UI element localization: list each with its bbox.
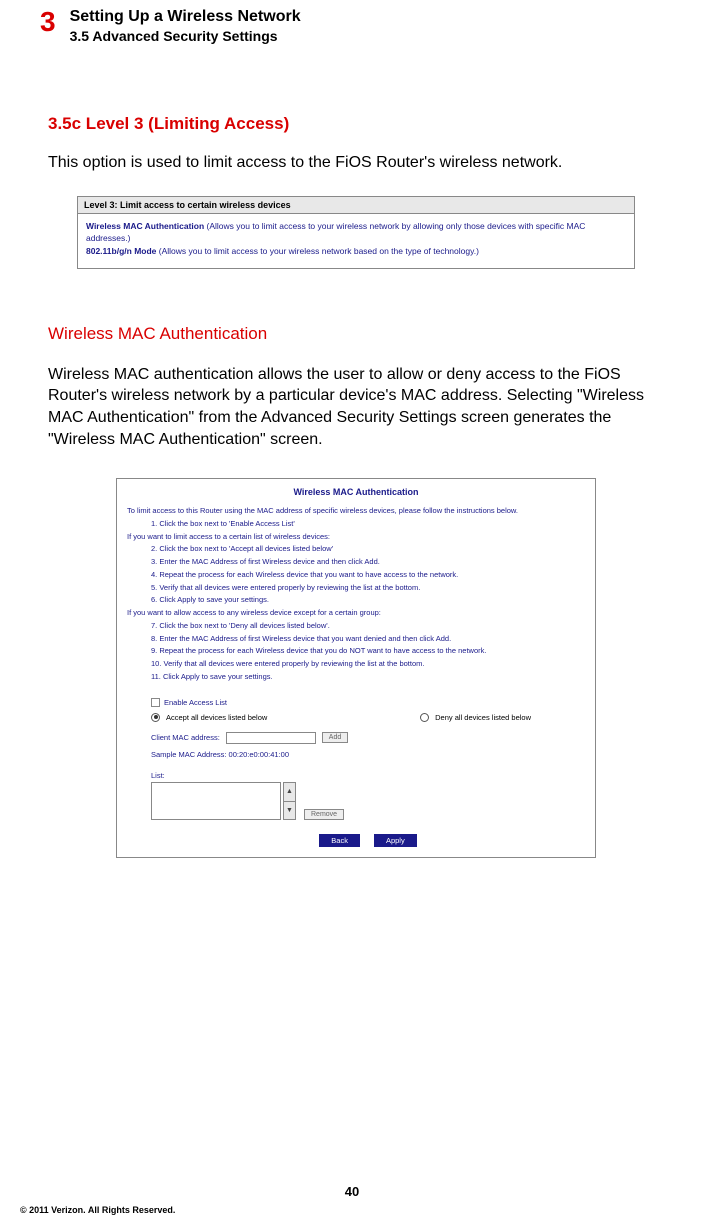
chapter-number: 3: [40, 8, 56, 36]
page-content: 3.5c Level 3 (Limiting Access) This opti…: [0, 44, 704, 858]
client-mac-row: Client MAC address: Add: [151, 732, 585, 744]
figure2-if1: If you want to limit access to a certain…: [127, 531, 585, 544]
accept-radio-row: Accept all devices listed below: [151, 713, 267, 722]
sample-mac: Sample MAC Address: 00:20:e0:00:41:00: [151, 750, 585, 759]
figure2-button-row: Back Apply: [151, 834, 585, 847]
page-header: 3 Setting Up a Wireless Network 3.5 Adva…: [0, 0, 704, 44]
section-title: 3.5 Advanced Security Settings: [70, 28, 301, 44]
add-button[interactable]: Add: [322, 732, 348, 743]
mac-auth-heading: Wireless MAC Authentication: [48, 324, 664, 344]
figure-level3-box: Level 3: Limit access to certain wireles…: [77, 196, 635, 269]
deny-radio-label: Deny all devices listed below: [435, 713, 531, 722]
figure2-step2: 2. Click the box next to 'Accept all dev…: [151, 543, 585, 556]
list-row: ▲ ▼ Remove: [151, 782, 585, 820]
enable-access-checkbox[interactable]: [151, 698, 160, 707]
intro-paragraph: This option is used to limit access to t…: [48, 152, 664, 174]
back-button[interactable]: Back: [319, 834, 360, 847]
figure2-step1: 1. Click the box next to 'Enable Access …: [151, 518, 585, 531]
figure1-row2-rest: (Allows you to limit access to your wire…: [156, 246, 479, 256]
mac-auth-paragraph: Wireless MAC authentication allows the u…: [48, 364, 664, 450]
figure1-body: Wireless MAC Authentication (Allows you …: [78, 214, 634, 268]
client-mac-input[interactable]: [226, 732, 316, 744]
subsection-heading: 3.5c Level 3 (Limiting Access): [48, 114, 664, 134]
figure2-if2: If you want to allow access to any wirel…: [127, 607, 585, 620]
list-arrow-column: ▲ ▼: [283, 782, 296, 820]
radio-group: Accept all devices listed below Deny all…: [151, 713, 531, 722]
deny-radio-row: Deny all devices listed below: [420, 713, 531, 722]
accept-radio-label: Accept all devices listed below: [166, 713, 267, 722]
arrow-up-icon[interactable]: ▲: [284, 783, 295, 801]
page-number: 40: [0, 1184, 704, 1199]
list-label: List:: [151, 771, 585, 780]
figure2-step11: 11. Click Apply to save your settings.: [151, 671, 585, 684]
accept-radio[interactable]: [151, 713, 160, 722]
figure2-step8: 8. Enter the MAC Address of first Wirele…: [151, 633, 585, 646]
figure2-step7: 7. Click the box next to 'Deny all devic…: [151, 620, 585, 633]
figure2-step6: 6. Click Apply to save your settings.: [151, 594, 585, 607]
figure2-step5: 5. Verify that all devices were entered …: [151, 582, 585, 595]
figure2-form: Enable Access List Accept all devices li…: [151, 698, 585, 847]
figure1-header: Level 3: Limit access to certain wireles…: [78, 197, 634, 214]
figure2-title: Wireless MAC Authentication: [127, 487, 585, 497]
figure2-step9: 9. Repeat the process for each Wireless …: [151, 645, 585, 658]
apply-button[interactable]: Apply: [374, 834, 417, 847]
header-text: Setting Up a Wireless Network 3.5 Advanc…: [70, 8, 301, 44]
chapter-title: Setting Up a Wireless Network: [70, 8, 301, 26]
enable-access-row: Enable Access List: [151, 698, 585, 707]
figure1-row-mode: 802.11b/g/n Mode (Allows you to limit ac…: [86, 245, 626, 258]
figure1-row2-bold: 802.11b/g/n Mode: [86, 246, 156, 256]
deny-radio[interactable]: [420, 713, 429, 722]
figure2-step4: 4. Repeat the process for each Wireless …: [151, 569, 585, 582]
figure1-row-mac: Wireless MAC Authentication (Allows you …: [86, 220, 626, 246]
figure2-step10: 10. Verify that all devices were entered…: [151, 658, 585, 671]
remove-button[interactable]: Remove: [304, 809, 344, 820]
arrow-down-icon[interactable]: ▼: [284, 801, 295, 819]
enable-access-label: Enable Access List: [164, 698, 227, 707]
figure-mac-auth: Wireless MAC Authentication To limit acc…: [116, 478, 596, 858]
figure2-intro: To limit access to this Router using the…: [127, 505, 585, 518]
client-mac-label: Client MAC address:: [151, 733, 220, 742]
copyright: © 2011 Verizon. All Rights Reserved.: [20, 1205, 175, 1215]
figure2-step3: 3. Enter the MAC Address of first Wirele…: [151, 556, 585, 569]
mac-listbox[interactable]: [151, 782, 281, 820]
figure1-row1-bold: Wireless MAC Authentication: [86, 221, 204, 231]
